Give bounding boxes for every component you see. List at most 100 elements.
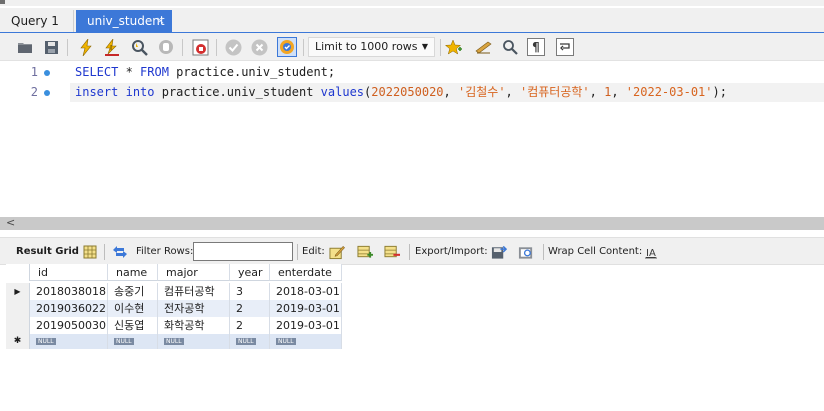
rollback-icon[interactable] bbox=[250, 38, 268, 56]
scroll-left-icon[interactable]: < bbox=[6, 216, 15, 229]
beautify-brush-icon[interactable] bbox=[475, 38, 493, 56]
explain-magnifier-icon[interactable] bbox=[130, 38, 148, 56]
cell-enterdate[interactable]: 2018-03-01 bbox=[270, 283, 342, 300]
current-row-marker-icon: ▶ bbox=[6, 283, 30, 300]
cell-major[interactable]: 화학공학 bbox=[158, 317, 230, 334]
line-number: 2 bbox=[30, 85, 38, 99]
cell-major[interactable]: 전자공학 bbox=[158, 300, 230, 317]
toolbar-separator bbox=[440, 39, 441, 56]
filter-rows-label: Filter Rows: bbox=[136, 246, 194, 257]
commit-icon[interactable] bbox=[224, 38, 242, 56]
window-top-strip bbox=[0, 0, 824, 6]
tab-label: Query 1 bbox=[11, 14, 59, 28]
grid-header-row: id name major year enterdate bbox=[6, 264, 342, 281]
save-icon[interactable] bbox=[42, 38, 60, 56]
toggle-output-icon[interactable] bbox=[191, 38, 209, 56]
cell-major[interactable]: 컴퓨터공학 bbox=[158, 283, 230, 300]
toolbar-separator bbox=[67, 39, 68, 56]
cell-enterdate[interactable]: 2019-03-01 bbox=[270, 317, 342, 334]
limit-rows-value: Limit to 1000 rows bbox=[315, 40, 418, 53]
find-icon[interactable] bbox=[501, 38, 519, 56]
cell-year[interactable]: 3 bbox=[230, 283, 270, 300]
grid-icon[interactable] bbox=[82, 244, 98, 260]
close-tab-icon[interactable]: × bbox=[156, 10, 165, 32]
toolbar-separator bbox=[182, 39, 183, 56]
toolbar-separator bbox=[409, 244, 410, 260]
cell-id-null[interactable]: NULL bbox=[30, 334, 108, 349]
execute-selection-icon[interactable]: I bbox=[103, 38, 121, 56]
stop-icon[interactable] bbox=[157, 38, 175, 56]
edit-row-icon[interactable] bbox=[329, 244, 345, 260]
row-header-corner bbox=[6, 264, 30, 281]
cell-id[interactable]: 2019036022 bbox=[30, 300, 108, 317]
column-header-year[interactable]: year bbox=[230, 264, 270, 281]
code-line-1[interactable]: SELECT * FROM practice.univ_student; bbox=[75, 63, 335, 82]
cell-year[interactable]: 2 bbox=[230, 317, 270, 334]
sql-editor[interactable]: 1 SELECT * FROM practice.univ_student; 2… bbox=[0, 62, 824, 217]
sql-editor-toolbar: I Limit to 1000 rows ▼ ¶ bbox=[0, 33, 824, 61]
table-row[interactable]: ▶ 2018038018 송중기 컴퓨터공학 3 2018-03-01 bbox=[6, 283, 342, 300]
svg-text:I: I bbox=[110, 44, 112, 52]
wrap-cell-icon[interactable]: IA bbox=[643, 244, 659, 260]
query-tab-bar: Query 1 univ_student × bbox=[0, 8, 824, 33]
statement-marker-icon bbox=[44, 90, 50, 96]
toolbar-separator bbox=[104, 244, 105, 260]
new-row-marker-icon: ✱ bbox=[6, 334, 30, 349]
column-header-id[interactable]: id bbox=[30, 264, 108, 281]
new-row[interactable]: ✱ NULL NULL NULL NULL NULL bbox=[6, 334, 342, 349]
code-line-2[interactable]: insert into practice.univ_student values… bbox=[70, 83, 824, 102]
table-row[interactable]: 2019036022 이수현 전자공학 2 2019-03-01 bbox=[6, 300, 342, 317]
result-grid-toolbar: Result Grid Filter Rows: Edit: Export/Im… bbox=[0, 237, 824, 265]
add-row-icon[interactable] bbox=[357, 244, 373, 260]
toolbar-separator bbox=[543, 244, 544, 260]
null-badge: NULL bbox=[114, 338, 134, 345]
tab-univ-student[interactable]: univ_student × bbox=[76, 10, 172, 32]
row-header bbox=[6, 300, 30, 317]
wrap-lines-icon[interactable] bbox=[556, 38, 574, 56]
delete-row-icon[interactable] bbox=[384, 244, 400, 260]
null-badge: NULL bbox=[276, 338, 296, 345]
window-marker bbox=[0, 0, 5, 4]
filter-rows-input[interactable] bbox=[193, 242, 293, 261]
cell-id[interactable]: 2018038018 bbox=[30, 283, 108, 300]
null-badge: NULL bbox=[36, 338, 56, 345]
table-row[interactable]: 2019050030 신동엽 화학공학 2 2019-03-01 bbox=[6, 317, 342, 334]
cell-name[interactable]: 이수현 bbox=[108, 300, 158, 317]
cell-year-null[interactable]: NULL bbox=[230, 334, 270, 349]
autocommit-icon[interactable] bbox=[277, 37, 297, 57]
wrap-cell-label: Wrap Cell Content: bbox=[548, 246, 643, 257]
column-header-name[interactable]: name bbox=[108, 264, 158, 281]
toolbar-separator bbox=[297, 244, 298, 260]
null-badge: NULL bbox=[236, 338, 256, 345]
cell-major-null[interactable]: NULL bbox=[158, 334, 230, 349]
row-header bbox=[6, 317, 30, 334]
export-icon[interactable] bbox=[491, 244, 507, 260]
tab-query-1[interactable]: Query 1 bbox=[0, 10, 74, 32]
open-folder-icon[interactable] bbox=[16, 38, 34, 56]
cell-id[interactable]: 2019050030 bbox=[30, 317, 108, 334]
edit-label: Edit: bbox=[302, 246, 325, 257]
result-grid-label[interactable]: Result Grid bbox=[16, 246, 79, 257]
limit-rows-select[interactable]: Limit to 1000 rows ▼ bbox=[308, 37, 435, 57]
execute-lightning-icon[interactable] bbox=[77, 38, 95, 56]
cell-year[interactable]: 2 bbox=[230, 300, 270, 317]
editor-horizontal-scrollbar[interactable]: < bbox=[0, 216, 824, 230]
refresh-icon[interactable] bbox=[112, 244, 128, 260]
statement-marker-icon bbox=[44, 70, 50, 76]
cell-name-null[interactable]: NULL bbox=[108, 334, 158, 349]
svg-text:IA: IA bbox=[646, 248, 656, 259]
cell-name[interactable]: 신동엽 bbox=[108, 317, 158, 334]
toolbar-separator bbox=[303, 39, 304, 56]
tab-label: univ_student bbox=[87, 14, 165, 28]
import-icon[interactable] bbox=[518, 244, 534, 260]
column-header-enterdate[interactable]: enterdate bbox=[270, 264, 342, 281]
dropdown-arrow-icon: ▼ bbox=[421, 42, 428, 51]
cell-enterdate[interactable]: 2019-03-01 bbox=[270, 300, 342, 317]
invisible-chars-icon[interactable]: ¶ bbox=[527, 38, 545, 56]
bookmark-star-icon[interactable] bbox=[444, 38, 462, 56]
cell-name[interactable]: 송중기 bbox=[108, 283, 158, 300]
cell-enterdate-null[interactable]: NULL bbox=[270, 334, 342, 349]
null-badge: NULL bbox=[164, 338, 184, 345]
column-header-major[interactable]: major bbox=[158, 264, 230, 281]
export-import-label: Export/Import: bbox=[415, 246, 488, 257]
